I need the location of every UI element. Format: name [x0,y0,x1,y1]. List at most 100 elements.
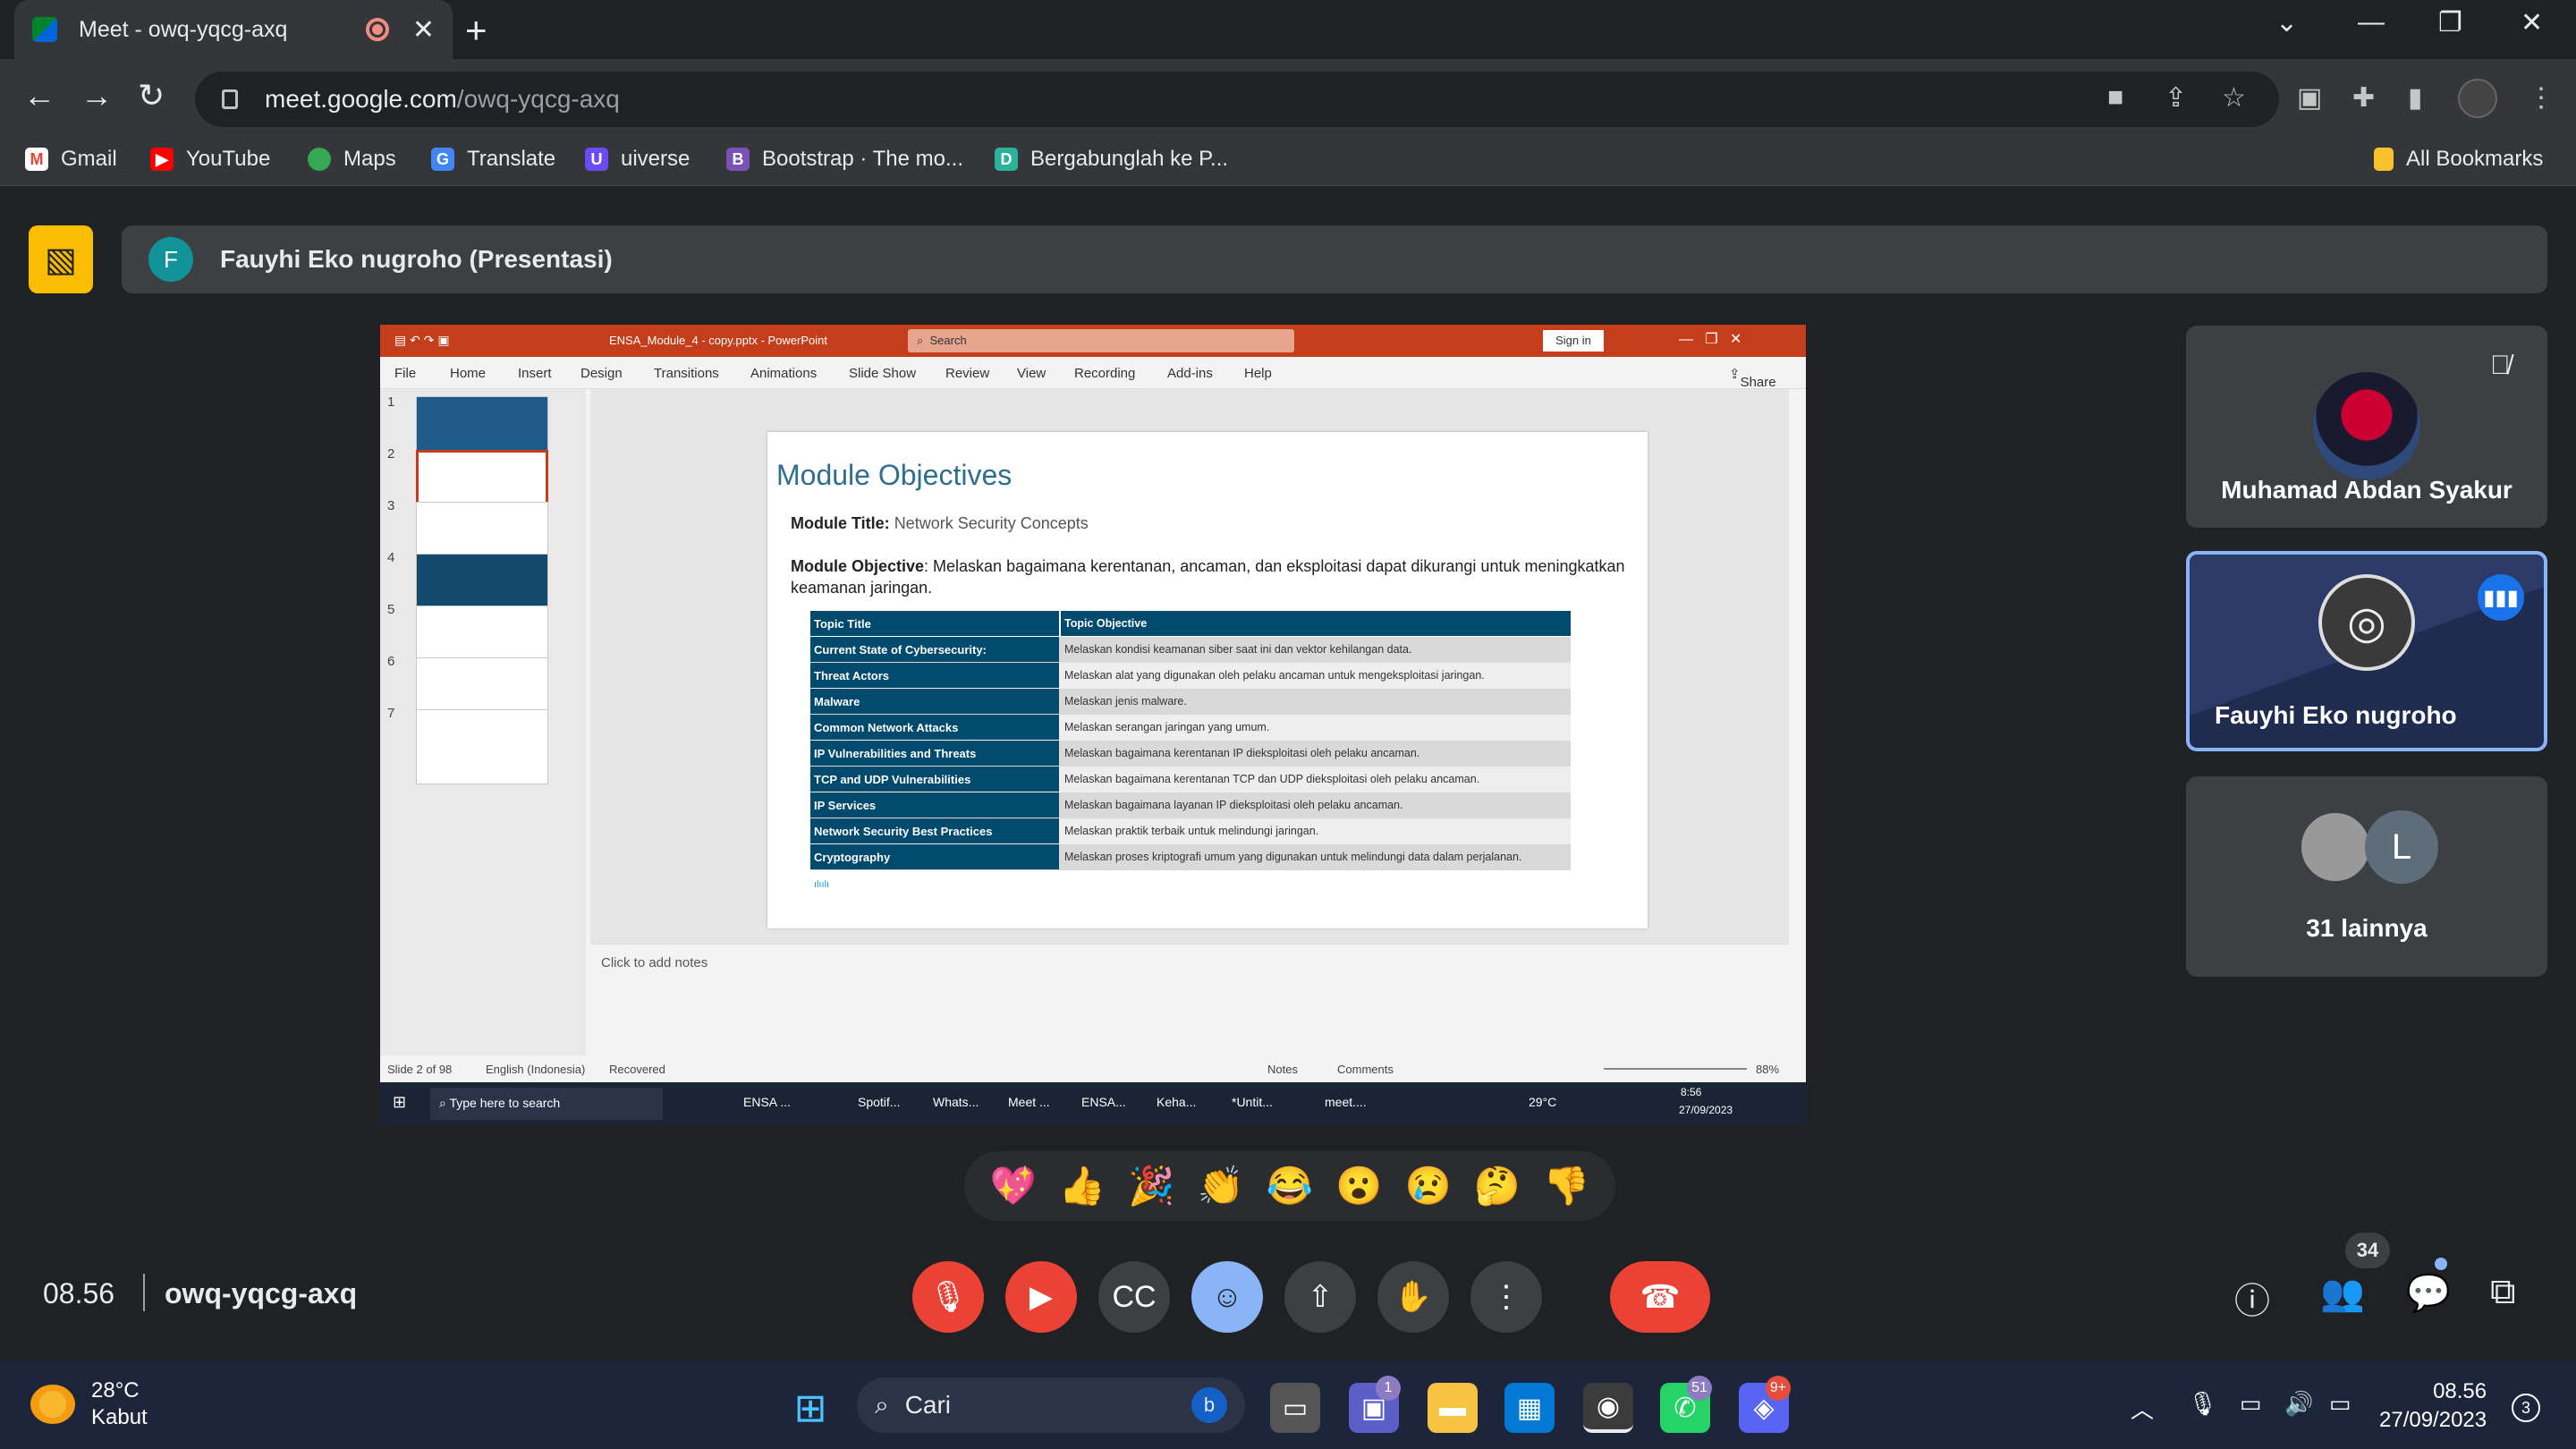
present-button[interactable]: ⇧ [1284,1261,1356,1333]
save-icon: ▤ ↶ ↷ ▣ [394,333,450,347]
restore-button[interactable]: ❐ [2438,7,2462,38]
obs-avatar: ◎ [2318,574,2415,671]
start-icon[interactable]: ⊞ [785,1383,835,1433]
bookmark-bergabung[interactable]: D Bergabunglah ke P... [995,147,1228,172]
reaction-heart[interactable]: 💖 [990,1165,1037,1208]
sign-in-button[interactable]: Sign in [1543,330,1604,352]
bookmark-bootstrap[interactable]: B Bootstrap · The mo... [726,147,963,172]
participant-avatar [2313,372,2420,479]
reaction-surprised[interactable]: 😮 [1335,1165,1382,1208]
file-explorer-icon[interactable]: ▬ [1428,1383,1478,1433]
reaction-laugh[interactable]: 😂 [1267,1165,1313,1208]
thumb-7[interactable] [416,709,548,784]
chrome-icon[interactable]: ◉ [1583,1383,1633,1433]
sidepanel-icon[interactable]: ▮ [2408,82,2423,114]
current-slide: Module Objectives Module Title: Network … [767,432,1648,928]
reaction-thinking[interactable]: 🤔 [1474,1165,1521,1208]
tray-mic-icon[interactable]: 🎙 [2188,1390,2217,1418]
all-bookmarks[interactable]: All Bookmarks [2374,147,2543,172]
reaction-sad[interactable]: 😢 [1404,1165,1451,1208]
chat-icon[interactable]: 💬 [2406,1272,2451,1314]
bookmark-gmail[interactable]: M Gmail [25,147,117,172]
ppt-menu-review[interactable]: Review [945,366,989,381]
ppt-menu-transitions[interactable]: Transitions [654,366,719,381]
camera-icon[interactable]: ■ [2107,82,2123,113]
bookmark-youtube[interactable]: ▶ YouTube [150,147,270,172]
status-notes-button[interactable]: Notes [1267,1063,1298,1076]
zoom-level: 88% [1756,1063,1780,1076]
status-comments-button[interactable]: Comments [1337,1063,1394,1076]
reaction-thumbs-up[interactable]: 👍 [1059,1165,1106,1208]
ppt-menu-slideshow[interactable]: Slide Show [849,366,916,381]
reload-icon[interactable]: ↻ [138,77,165,114]
participant-tile-speaking[interactable]: ◎ ▮▮▮ Fauyhi Eko nugroho [2186,551,2547,751]
captions-button[interactable]: CC [1098,1261,1170,1333]
notes-pane[interactable]: Click to add notes [590,944,1789,1055]
menu-icon[interactable]: ⋮ [2528,82,2555,114]
ppt-menu-design[interactable]: Design [580,366,623,381]
ppt-menu-animations[interactable]: Animations [750,366,817,381]
reactions-button[interactable]: ☺ [1191,1261,1263,1333]
table-row: Network Security Best Practices Melaskan … [810,818,1571,844]
meeting-info-icon[interactable]: ⓘ [2234,1272,2270,1324]
tray-chevron-icon[interactable]: ︿ [2131,1392,2154,1425]
participant-tile[interactable]: 🎙̸ Muhamad Abdan Syakur [2186,326,2547,528]
minimize-button[interactable]: — [2358,7,2385,38]
network-icon[interactable]: ▭ [2240,1390,2262,1418]
ppt-menu-addins[interactable]: Add-ins [1167,366,1213,381]
ppt-share-button[interactable]: ⇪ Share [1729,366,1776,390]
forward-icon[interactable]: → [80,77,113,114]
close-tab-icon[interactable]: ✕ [412,14,435,46]
weather-widget[interactable]: 28°C Kabut [30,1377,148,1431]
others-count: 31 lainnya [2306,914,2428,942]
slide-thumbnails: 1 2 3 4 5 6 7 [380,389,586,1055]
camera-toggle-button[interactable]: ▶ [1005,1261,1077,1333]
ppt-menu-home[interactable]: Home [450,366,486,381]
ppt-menu-recording[interactable]: Recording [1074,366,1135,381]
extension-icon[interactable]: ▣ [2297,82,2322,114]
close-window-button[interactable]: ✕ [2521,7,2543,38]
activities-icon[interactable]: ⧉ [2490,1272,2516,1312]
stop-presenting-icon[interactable]: ▧ [29,225,93,293]
mic-toggle-button[interactable]: 🎙 [912,1261,984,1333]
bookmark-translate[interactable]: G Translate [431,147,555,172]
ppt-menu-view[interactable]: View [1017,366,1046,381]
zoom-slider[interactable] [1604,1068,1747,1070]
shared-screen: ▤ ↶ ↷ ▣ ENSA_Module_4 - copy.pptx - Powe… [380,325,1806,1125]
more-options-button[interactable]: ⋮ [1470,1261,1542,1333]
profile-avatar[interactable] [2458,79,2497,118]
address-bar[interactable]: meet.google.com/owq-yqcg-axq [195,72,2279,127]
presenter-label: Fauyhi Eko nugroho (Presentasi) [220,245,613,273]
reaction-thumbs-down[interactable]: 👎 [1543,1165,1589,1208]
bookmark-uiverse[interactable]: Uuiverse [585,147,690,172]
table-header: Topic Title Topic Objective [810,611,1571,637]
others-tile[interactable]: L 31 lainnya [2186,776,2547,977]
reaction-party[interactable]: 🎉 [1128,1165,1174,1208]
ppt-window-controls[interactable]: — ❐ ✕ [1679,330,1741,348]
store-icon[interactable]: ▦ [1504,1383,1555,1433]
reaction-clap[interactable]: 👏 [1198,1165,1244,1208]
raise-hand-button[interactable]: ✋ [1377,1261,1449,1333]
inner-taskbar: ⊞ ⌕ Type here to search ENSA ... Spotif.… [380,1082,1806,1125]
battery-icon[interactable]: ▭ [2329,1390,2351,1418]
ppt-menu-help[interactable]: Help [1244,366,1272,381]
module-title: Network Security Concepts [894,514,1089,532]
new-tab-button[interactable]: + [465,9,487,52]
share-icon[interactable]: ⇪ [2165,82,2187,114]
volume-icon[interactable]: 🔊 [2284,1390,2313,1418]
bookmark-maps[interactable]: Maps [308,147,396,172]
people-icon[interactable]: 👥 [2320,1272,2365,1314]
taskview-icon[interactable]: ▭ [1270,1383,1320,1433]
system-clock[interactable]: 08.56 27/09/2023 [2379,1377,2487,1435]
tab-search-icon[interactable]: ⌄ [2275,7,2298,38]
ppt-search[interactable]: ⌕ Search [908,329,1294,352]
ppt-menu-file[interactable]: File [394,366,416,381]
back-icon[interactable]: ← [23,77,55,114]
leave-call-button[interactable]: ☎ [1610,1261,1710,1333]
notification-count[interactable]: 3 [2512,1394,2540,1422]
browser-tab[interactable]: Meet - owq-yqcg-axq ✕ [14,0,453,59]
taskbar-search[interactable]: ⌕ Cari b [857,1377,1245,1433]
puzzle-icon[interactable]: ✚ [2352,82,2375,114]
star-icon[interactable]: ☆ [2222,82,2246,114]
ppt-menu-insert[interactable]: Insert [518,366,552,381]
